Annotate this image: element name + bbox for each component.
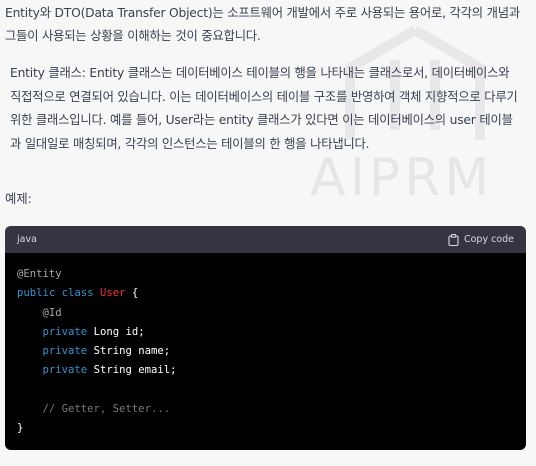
code-brace-open: { [131,287,139,300]
code-body: @Entity public class User { @Id private … [5,253,526,450]
code-keyword: private [42,325,88,338]
code-line-1: @Entity [17,268,62,280]
example-label: 예제: [5,192,32,206]
code-line-3: @Id [42,306,62,319]
code-class-name: User [99,287,126,300]
intro-paragraph: Entity와 DTO(Data Transfer Object)는 소프트웨어… [5,6,520,43]
code-comment: // Getter, Setter... [42,403,171,416]
copy-code-button[interactable]: Copy code [448,233,514,246]
copy-code-label: Copy code [463,234,514,245]
code-language-label: java [17,234,37,245]
code-keyword: public class [17,287,94,300]
code-line-5: String name; [93,345,171,358]
code-block: java Copy code @Entity public class User… [5,226,526,450]
code-keyword: private [42,345,88,358]
code-keyword: private [42,364,88,377]
watermark-text: AIPRM [310,148,494,208]
clipboard-icon [448,233,459,246]
entity-paragraph: Entity 클래스: Entity 클래스는 데이터베이스 테이블의 행을 나… [10,66,518,151]
code-line-6: String email; [93,364,177,377]
code-header: java Copy code [5,226,526,253]
code-line-4: Long id; [93,325,145,338]
code-brace-close: } [17,422,24,435]
